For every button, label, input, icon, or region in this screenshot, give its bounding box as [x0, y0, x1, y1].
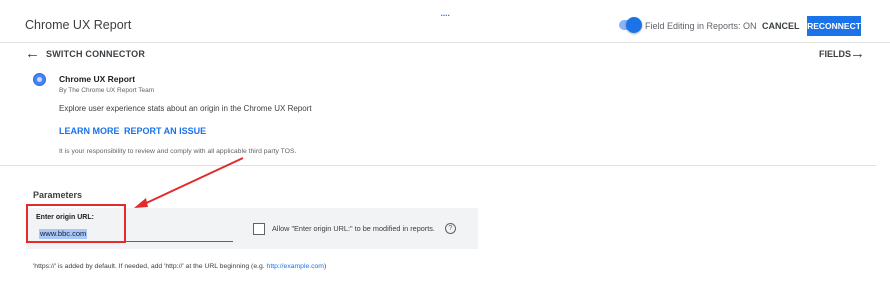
annotation-arrow: [134, 157, 244, 208]
annotation-arrow-line: [141, 157, 244, 206]
annotation-arrow-head: [134, 198, 148, 208]
